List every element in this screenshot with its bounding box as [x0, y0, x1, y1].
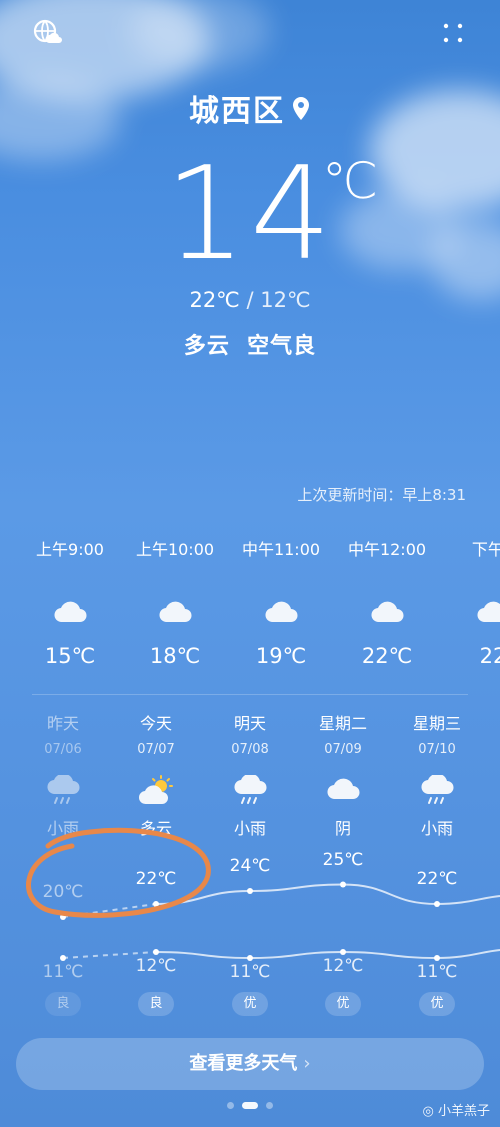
hourly-item: 下午1 22 [438, 536, 500, 668]
hour-time: 中午11:00 [241, 540, 321, 559]
high-temp-point [153, 901, 159, 907]
day-name: 昨天 [46, 714, 79, 733]
hour-time: 中午12:00 [347, 540, 427, 559]
high-temp-label: 22℃ [135, 869, 177, 889]
day-weather: 小雨 [420, 819, 453, 838]
day-item[interactable]: 今天 07/07 多云良 [111, 710, 201, 1016]
page-dot[interactable] [242, 1101, 258, 1109]
day-date: 07/06 [44, 742, 82, 757]
hourly-item: 上午10:00 18℃ [120, 536, 230, 668]
location-name: 城西区 [189, 94, 285, 129]
high-temp-label: 22℃ [416, 869, 458, 889]
section-divider [32, 694, 468, 695]
hourly-item: 上午9:00 15℃ [15, 536, 125, 668]
cloud-icon [298, 775, 388, 809]
day-item[interactable]: 昨天 07/06 小雨良 [18, 710, 108, 1016]
day-item[interactable]: 星期三 07/10 小雨优 [392, 710, 482, 1016]
low-temp-point [60, 955, 66, 961]
aqi-badge: 优 [419, 992, 455, 1016]
day-name: 今天 [139, 714, 172, 733]
low-temp-point [340, 949, 346, 955]
aqi-badge: 优 [232, 992, 268, 1016]
day-date: 07/10 [418, 742, 456, 757]
day-item[interactable]: 星期二 07/09 阴优 [298, 710, 388, 1016]
chevron-right-icon: › [303, 1053, 311, 1074]
high-temp-point [434, 901, 440, 907]
day-date: 07/09 [324, 742, 362, 757]
location-pin-icon [291, 95, 311, 130]
day-date: 07/07 [137, 742, 175, 757]
low-temp-label: 12℃ [322, 956, 364, 976]
low-temp-label: 11℃ [416, 962, 458, 982]
cloud-icon [15, 598, 125, 638]
day-name: 星期三 [412, 714, 461, 733]
current-temp-unit: ℃ [322, 152, 379, 210]
page-dot[interactable] [227, 1101, 234, 1109]
air-quality-text[interactable]: 空气良 [247, 334, 316, 359]
high-temp-point [247, 888, 253, 894]
location-header[interactable]: 城西区 [0, 86, 500, 130]
more-weather-label: 查看更多天气 [189, 1053, 298, 1074]
hour-temp: 15℃ [44, 644, 96, 668]
day-item[interactable]: 明天 07/08 小雨优 [205, 710, 295, 1016]
day-weather: 阴 [334, 819, 351, 838]
cloud-icon [120, 598, 230, 638]
more-options-icon[interactable] [436, 16, 470, 50]
cloud-icon [226, 598, 336, 638]
last-updated: 上次更新时间：早上8:31 [297, 486, 466, 504]
hourly-item: 中午11:00 19℃ [226, 536, 336, 668]
today-low: 12℃ [260, 288, 311, 312]
low-temp-label: 11℃ [229, 962, 271, 982]
day-weather: 小雨 [233, 819, 266, 838]
low-temp-point [434, 955, 440, 961]
low-temp-point [247, 955, 253, 961]
hour-temp: 22 [479, 644, 500, 668]
day-date: 07/08 [231, 742, 269, 757]
day-weather: 小雨 [46, 819, 79, 838]
condition-text: 多云 [183, 334, 230, 359]
rain-icon [392, 775, 482, 809]
cloud-icon [332, 598, 442, 638]
aqi-badge: 良 [45, 992, 81, 1016]
watermark: ◎ 小羊羔子 [422, 1104, 491, 1119]
day-weather: 多云 [139, 819, 172, 838]
low-temp-point [153, 949, 159, 955]
partly-cloudy-icon [111, 775, 201, 809]
hour-temp: 18℃ [149, 644, 201, 668]
day-name: 明天 [233, 714, 266, 733]
hour-temp: 19℃ [255, 644, 307, 668]
hourly-forecast[interactable]: 上午9:00 15℃ 上午10:00 18℃ 中午11:00 19℃ 中午12:00 22℃ 下… [0, 536, 500, 676]
day-name: 星期二 [318, 714, 367, 733]
today-temp-range: 22℃ / 12℃ [0, 288, 500, 312]
hourly-item: 中午12:00 22℃ [332, 536, 442, 668]
hour-temp: 22℃ [361, 644, 413, 668]
range-separator: / [246, 288, 254, 312]
high-temp-label: 25℃ [322, 849, 364, 870]
current-temperature: 14 ℃ [0, 140, 500, 290]
high-temp-label: 24℃ [229, 856, 271, 876]
high-temp-point [60, 914, 66, 920]
hour-time: 上午10:00 [135, 540, 215, 559]
watermark-text: 小羊羔子 [437, 1104, 490, 1119]
hour-time: 上午9:00 [36, 540, 104, 559]
high-temp-label: 20℃ [42, 882, 84, 902]
rain-icon [18, 775, 108, 809]
rain-icon [205, 775, 295, 809]
aqi-badge: 良 [138, 992, 174, 1016]
more-weather-button[interactable]: 查看更多天气 › [16, 1038, 484, 1090]
low-temp-label: 11℃ [42, 962, 84, 982]
current-condition: 多云 空气良 [0, 328, 500, 360]
high-past-segment [62, 903, 157, 918]
cloud-icon [438, 598, 500, 638]
low-temp-label: 12℃ [135, 956, 177, 976]
today-high: 22℃ [189, 288, 240, 312]
current-temp-value: 14 [164, 140, 336, 289]
page-dot[interactable] [266, 1101, 273, 1109]
hour-time: 下午1 [471, 540, 500, 559]
globe-weather-icon[interactable] [30, 16, 64, 50]
daily-forecast[interactable]: 昨天 07/06 小雨良 今天 07/07 多云良 明天 07/08 小雨优 星期二 07/09 阴优… [0, 710, 500, 1030]
high-temp-point [340, 881, 346, 888]
aqi-badge: 优 [325, 992, 361, 1016]
